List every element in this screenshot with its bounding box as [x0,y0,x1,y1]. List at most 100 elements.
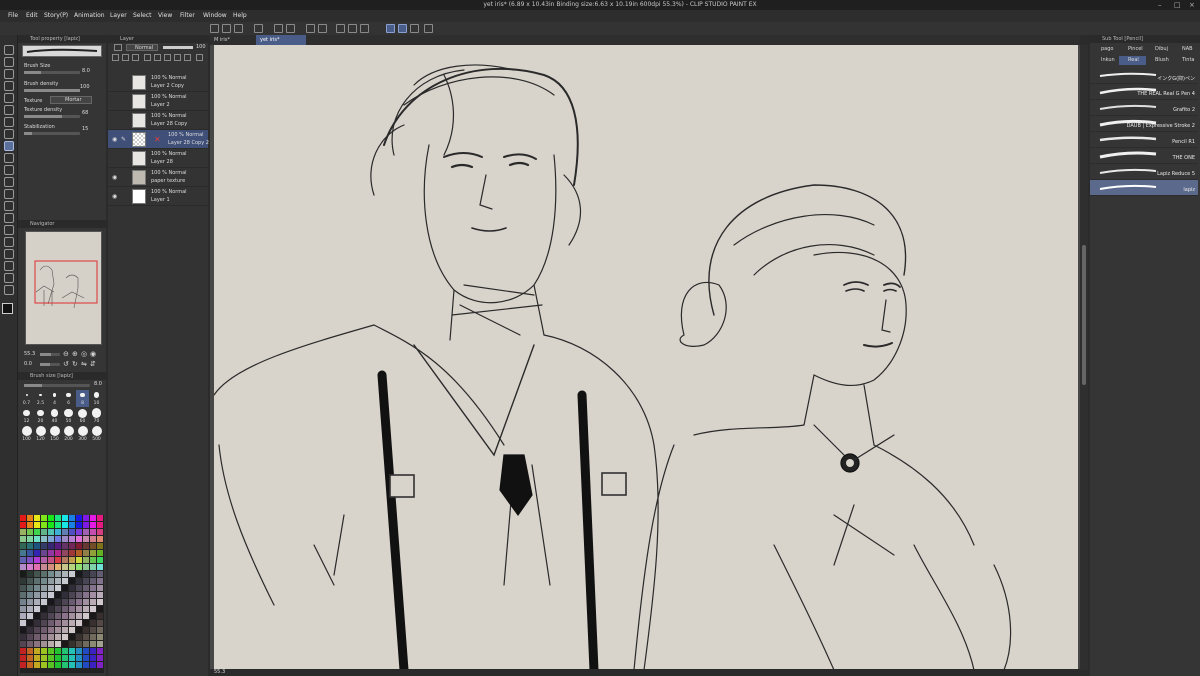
color-swatch[interactable] [69,578,75,584]
color-swatch[interactable] [83,564,89,570]
color-swatch[interactable] [55,641,61,647]
subtool-tab-real[interactable]: Real [1119,56,1146,65]
color-swatch[interactable] [90,522,96,528]
open-file-icon[interactable] [222,24,231,33]
color-swatch[interactable] [97,620,103,626]
brush-size-option[interactable]: 150 [48,426,61,443]
close-icon[interactable]: × [1189,1,1195,9]
move-tool-icon[interactable] [4,57,14,67]
color-swatch[interactable] [83,599,89,605]
lock-transparent-icon[interactable] [174,54,181,61]
color-swatch[interactable] [48,613,54,619]
subtool-tab-dibuj[interactable]: Dibuj [1146,45,1173,54]
color-swatch[interactable] [55,557,61,563]
blend-tool-icon[interactable] [4,189,14,199]
color-swatch[interactable] [55,578,61,584]
color-swatch[interactable] [55,655,61,661]
brush-size-panel-slider[interactable] [24,384,90,387]
color-swatch[interactable] [55,662,61,668]
color-swatch[interactable] [62,627,68,633]
color-swatch[interactable] [27,557,33,563]
color-swatch[interactable] [62,620,68,626]
color-swatch[interactable] [69,522,75,528]
color-swatch[interactable] [69,515,75,521]
color-swatch[interactable] [55,536,61,542]
brush-item[interactable]: DAUB | Expressive Stroke 2 [1090,116,1198,132]
color-swatch[interactable] [20,571,26,577]
color-swatch[interactable] [83,592,89,598]
menu-select[interactable]: Select [133,12,152,19]
brush-size-option[interactable]: 2.5 [34,390,47,407]
zoom-out-icon[interactable]: ⊖ [63,350,69,358]
color-swatch[interactable] [34,550,40,556]
color-swatch[interactable] [34,634,40,640]
rotate-left-icon[interactable]: ↺ [63,360,69,368]
color-swatch[interactable] [41,606,47,612]
color-swatch[interactable] [97,641,103,647]
eyedropper-icon[interactable] [4,105,14,115]
color-swatch[interactable] [62,606,68,612]
color-swatch[interactable] [48,662,54,668]
visibility-eye-icon[interactable]: ◉ [112,174,117,181]
brush-size-option[interactable]: 50 [62,408,75,425]
color-swatch[interactable] [76,543,82,549]
color-swatch[interactable] [69,613,75,619]
color-swatch[interactable] [48,550,54,556]
color-swatch[interactable] [34,620,40,626]
color-swatch[interactable] [76,662,82,668]
save-icon[interactable] [234,24,243,33]
color-swatch[interactable] [48,606,54,612]
color-swatch[interactable] [90,571,96,577]
color-swatch[interactable] [69,627,75,633]
color-swatch[interactable] [20,641,26,647]
color-swatch[interactable] [83,620,89,626]
balloon-tool-icon[interactable] [4,273,14,283]
subtool-tab-blush[interactable]: Blush [1146,56,1173,65]
color-swatch[interactable] [76,536,82,542]
color-swatch[interactable] [48,599,54,605]
color-swatch[interactable] [27,627,33,633]
color-swatch[interactable] [34,641,40,647]
color-swatch[interactable] [34,536,40,542]
color-swatch[interactable] [97,655,103,661]
texture-density-slider[interactable] [24,115,80,118]
text-tool-icon[interactable] [4,261,14,271]
color-swatch[interactable] [27,550,33,556]
brush-tool-icon[interactable] [4,141,14,151]
color-swatch[interactable] [55,634,61,640]
ruler-tool-icon[interactable] [4,249,14,259]
brush-size-option[interactable]: 60 [76,408,89,425]
color-swatch[interactable] [69,662,75,668]
color-swatch[interactable] [83,641,89,647]
airbrush-icon[interactable] [4,153,14,163]
color-swatch[interactable] [41,578,47,584]
color-swatch[interactable] [62,599,68,605]
color-swatch[interactable] [62,550,68,556]
tab-m-iris[interactable]: M iris* [210,35,254,45]
color-swatch[interactable] [48,620,54,626]
color-swatch[interactable] [20,522,26,528]
color-swatch[interactable] [83,550,89,556]
color-swatch[interactable] [27,662,33,668]
lasso-tool-icon[interactable] [4,81,14,91]
color-swatch[interactable] [55,620,61,626]
color-swatch[interactable] [83,613,89,619]
color-swatch[interactable] [62,592,68,598]
brush-size-option[interactable]: 500 [90,426,103,443]
visibility-eye-icon[interactable]: ◉ [112,136,117,143]
layer-row[interactable]: 100 % Normal Layer 28 [108,149,208,168]
color-swatch[interactable] [48,571,54,577]
layer-row-selected[interactable]: ◉ ✎ ✕ 100 % Normal Layer 28 Copy 2 [108,130,209,149]
color-swatch[interactable] [55,522,61,528]
color-swatch[interactable] [34,578,40,584]
color-swatch[interactable] [76,585,82,591]
brush-size-option[interactable]: 10 [90,390,103,407]
color-swatch[interactable] [76,529,82,535]
brush-size-option[interactable]: 70 [90,408,103,425]
color-swatch[interactable] [76,599,82,605]
menu-help[interactable]: Help [233,12,247,19]
rotate-slider[interactable] [40,363,60,366]
color-swatch[interactable] [83,655,89,661]
color-swatch[interactable] [97,529,103,535]
color-swatch[interactable] [55,627,61,633]
